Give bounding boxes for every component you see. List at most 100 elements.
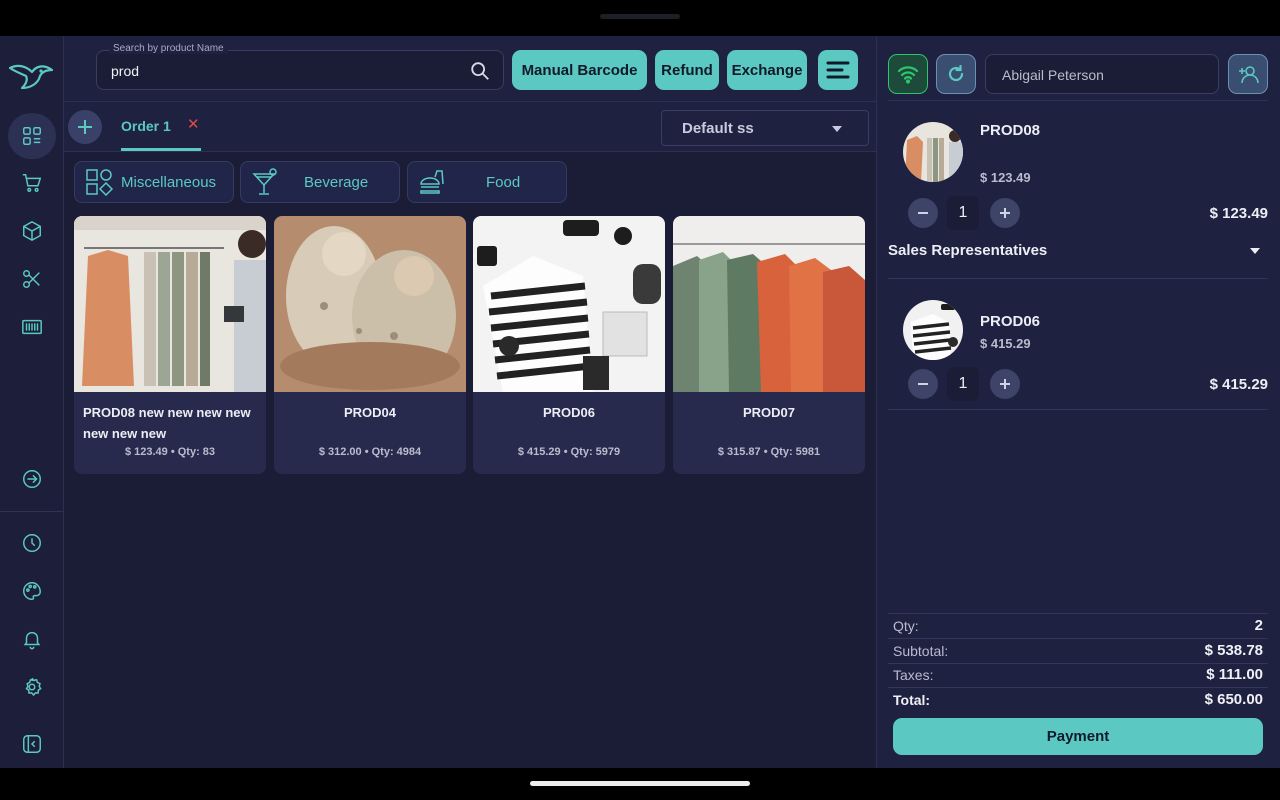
cart-line-name: PROD06 [980,313,1041,330]
nav-services[interactable] [8,256,56,302]
pricelist-select[interactable]: Default ss [661,110,869,146]
wifi-icon [897,66,919,84]
payment-button[interactable]: Payment [893,718,1263,755]
cart-panel: Abigail Peterson PROD08 $ 123.49 1 $ 123… [876,36,1280,768]
nav-barcode[interactable] [8,304,56,350]
hamburger-icon [826,61,850,79]
increase-qty-button[interactable] [990,198,1020,228]
plus-icon [1000,208,1010,218]
product-image [673,216,865,392]
decrease-qty-button[interactable] [908,369,938,399]
summary-qty: Qty: 2 [893,614,1263,638]
search-field[interactable]: Search by product Name [96,43,504,90]
category-beverage[interactable]: Beverage [240,161,400,203]
nav-cart[interactable] [8,160,56,206]
add-customer-button[interactable] [1228,54,1268,94]
shapes-icon [86,169,113,196]
nav-login[interactable] [8,456,56,502]
product-card[interactable]: PROD06 $ 415.29 • Qty: 5979 [473,216,665,474]
nav-collapse[interactable] [8,721,56,767]
chevron-down-icon[interactable] [1250,248,1260,254]
network-status-button[interactable] [888,54,928,94]
product-image [473,216,665,392]
dashboard-icon [23,127,41,145]
product-title: PROD06 [542,405,596,420]
product-title: PROD08 new new new new new new new [83,405,251,441]
scissors-icon [23,270,40,288]
cart-line-price: $ 123.49 [980,170,1031,185]
menu-button[interactable] [818,50,858,90]
burger-icon [420,170,444,194]
customer-field[interactable]: Abigail Peterson [985,54,1219,94]
barcode-icon [22,319,42,335]
camera-notch [600,14,680,19]
product-card[interactable]: PROD04 $ 312.00 • Qty: 4984 [274,216,466,474]
sync-button[interactable] [936,54,976,94]
qty-value[interactable]: 1 [947,196,979,230]
pricelist-value: Default ss [682,120,754,137]
nav-dashboard[interactable] [8,113,56,159]
cart-line-thumbnail [903,300,963,360]
search-icon[interactable] [469,60,491,82]
login-icon [23,470,41,488]
tablet-device: Search by product Name Manual Barcode Re… [0,0,1280,800]
bell-icon [23,631,41,650]
product-card[interactable]: PROD07 $ 315.87 • Qty: 5981 [673,216,865,474]
close-order-icon[interactable]: ✕ [187,115,203,135]
summary-taxes-value: $ 111.00 [1206,666,1263,683]
summary-subtotal-value: $ 538.78 [1204,642,1263,659]
chevron-down-icon [832,126,842,132]
product-card[interactable]: PROD08 new new new new new new new $ 123… [74,216,266,474]
summary-qty-label: Qty: [893,618,919,634]
product-image [74,216,266,392]
sales-rep-select[interactable]: Sales Representatives [888,242,1047,259]
category-label: Food [486,174,521,191]
summary-qty-value: 2 [1254,617,1263,634]
summary-total-value: $ 650.00 [1204,691,1263,708]
product-title: PROD04 [343,405,397,420]
palette-icon [23,582,41,600]
qty-value[interactable]: 1 [947,367,979,401]
product-meta: $ 415.29 • Qty: 5979 [517,446,621,458]
cart-line-name: PROD08 [980,122,1041,139]
product-image [274,216,466,392]
nav-settings[interactable] [8,664,56,710]
nav-history[interactable] [8,520,56,566]
search-label: Search by product Name [109,43,228,54]
category-label: Beverage [304,174,369,191]
sidebar-divider [0,511,64,512]
add-order-button[interactable] [68,110,102,144]
cart-line-thumbnail [903,122,963,182]
home-indicator [530,781,750,786]
manual-barcode-button[interactable]: Manual Barcode [512,50,647,90]
category-miscellaneous[interactable]: Miscellaneous [74,161,234,203]
nav-products[interactable] [8,208,56,254]
bird-logo-icon [8,64,54,90]
product-meta: $ 315.87 • Qty: 5981 [717,446,821,458]
summary-total: Total: $ 650.00 [893,688,1263,712]
top-toolbar: Search by product Name Manual Barcode Re… [64,36,876,102]
product-meta: $ 312.00 • Qty: 4984 [318,446,422,458]
search-input[interactable] [111,61,451,81]
summary-subtotal-label: Subtotal: [893,643,949,659]
cart-divider [888,409,1268,410]
nav-notifications[interactable] [8,616,56,662]
cart-icon [22,174,42,192]
tab-order-1[interactable]: Order 1 [121,118,171,134]
summary-subtotal: Subtotal: $ 538.78 [893,639,1263,663]
category-food[interactable]: Food [407,161,567,203]
gear-icon [25,677,42,697]
refresh-icon [948,64,964,82]
nav-theme[interactable] [8,568,56,614]
collapse-icon [23,735,41,753]
cocktail-icon [252,168,277,195]
increase-qty-button[interactable] [990,369,1020,399]
customer-name: Abigail Peterson [1002,67,1104,83]
cart-divider [888,100,1268,101]
refund-button[interactable]: Refund [655,50,719,90]
minus-icon [918,383,928,385]
exchange-button[interactable]: Exchange [727,50,807,90]
plus-icon [1000,379,1010,389]
minus-icon [918,212,928,214]
decrease-qty-button[interactable] [908,198,938,228]
